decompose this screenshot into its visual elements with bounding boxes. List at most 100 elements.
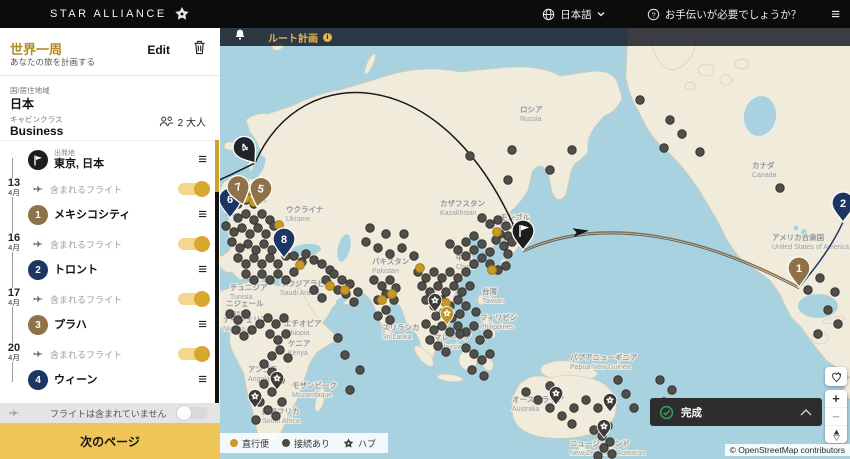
- connection-city-dot[interactable]: [266, 276, 274, 284]
- connection-city-dot[interactable]: [280, 314, 288, 322]
- star-alliance-brand[interactable]: STAR ALLIANCE: [50, 6, 190, 22]
- direct-city-dot[interactable]: [493, 228, 502, 237]
- connection-city-dot[interactable]: [636, 96, 644, 104]
- connection-city-dot[interactable]: [656, 376, 664, 384]
- connection-city-dot[interactable]: [260, 380, 268, 388]
- connection-city-dot[interactable]: [614, 376, 622, 384]
- connection-city-dot[interactable]: [234, 214, 242, 222]
- connection-city-dot[interactable]: [262, 230, 270, 238]
- connection-city-dot[interactable]: [608, 450, 616, 458]
- menu-button[interactable]: ≡: [831, 6, 840, 23]
- connection-city-dot[interactable]: [834, 320, 842, 328]
- connection-city-dot[interactable]: [240, 332, 248, 340]
- connection-city-dot[interactable]: [242, 260, 250, 268]
- connection-city-dot[interactable]: [274, 260, 282, 268]
- connection-city-dot[interactable]: [400, 230, 408, 238]
- connection-city-dot[interactable]: [594, 404, 602, 412]
- connection-city-dot[interactable]: [230, 228, 238, 236]
- connection-city-dot[interactable]: [480, 372, 488, 380]
- connection-city-dot[interactable]: [256, 320, 264, 328]
- connection-city-dot[interactable]: [546, 166, 554, 174]
- connection-city-dot[interactable]: [356, 366, 364, 374]
- connection-city-dot[interactable]: [470, 246, 478, 254]
- connection-city-dot[interactable]: [228, 238, 236, 246]
- stop-row-1[interactable]: 1 メキシコシティ ≡: [0, 200, 220, 230]
- connection-city-dot[interactable]: [330, 270, 338, 278]
- connection-city-dot[interactable]: [282, 330, 290, 338]
- connection-city-dot[interactable]: [458, 288, 466, 296]
- connection-city-dot[interactable]: [502, 222, 510, 230]
- connection-city-dot[interactable]: [478, 254, 486, 262]
- connection-city-dot[interactable]: [370, 276, 378, 284]
- connection-city-dot[interactable]: [290, 268, 298, 276]
- connection-city-dot[interactable]: [248, 326, 256, 334]
- connection-city-dot[interactable]: [456, 330, 464, 338]
- connection-city-dot[interactable]: [470, 260, 478, 268]
- drag-handle[interactable]: ≡: [198, 210, 207, 220]
- connection-city-dot[interactable]: [374, 244, 382, 252]
- map-canvas[interactable]: ロシア Russia カナダ Canada アメリカ合衆国 United Sta…: [220, 28, 850, 459]
- connection-city-dot[interactable]: [382, 230, 390, 238]
- connection-city-dot[interactable]: [470, 350, 478, 358]
- connection-city-dot[interactable]: [582, 396, 590, 404]
- direct-city-dot[interactable]: [326, 282, 335, 291]
- connection-city-dot[interactable]: [468, 366, 476, 374]
- connection-city-dot[interactable]: [318, 294, 326, 302]
- connection-city-dot[interactable]: [470, 232, 478, 240]
- tab-route-plan[interactable]: ルート計画 i: [268, 30, 332, 45]
- connection-city-dot[interactable]: [434, 342, 442, 350]
- connection-city-dot[interactable]: [268, 246, 276, 254]
- connection-city-dot[interactable]: [272, 412, 280, 420]
- connection-city-dot[interactable]: [274, 336, 282, 344]
- collapse-panel-button[interactable]: [800, 403, 812, 421]
- connection-city-dot[interactable]: [504, 176, 512, 184]
- connection-city-dot[interactable]: [454, 322, 462, 330]
- connection-city-dot[interactable]: [378, 282, 386, 290]
- connection-city-dot[interactable]: [264, 314, 272, 322]
- zoom-out-button[interactable]: −: [825, 408, 847, 426]
- stop-row-4[interactable]: 4 ウィーン ≡: [0, 365, 220, 395]
- flights-toggle[interactable]: [178, 348, 208, 360]
- notifications-bell-button[interactable]: [234, 28, 246, 46]
- connection-city-dot[interactable]: [486, 350, 494, 358]
- connection-city-dot[interactable]: [630, 404, 638, 412]
- connection-city-dot[interactable]: [494, 216, 502, 224]
- connection-city-dot[interactable]: [678, 130, 686, 138]
- help-link[interactable]: ? お手伝いが必要でしょうか？: [647, 7, 802, 22]
- connection-city-dot[interactable]: [252, 246, 260, 254]
- connection-city-dot[interactable]: [502, 262, 510, 270]
- connection-city-dot[interactable]: [570, 404, 578, 412]
- connection-city-dot[interactable]: [466, 152, 474, 160]
- connection-city-dot[interactable]: [454, 274, 462, 282]
- connection-city-dot[interactable]: [250, 276, 258, 284]
- connection-city-dot[interactable]: [814, 330, 822, 338]
- connection-city-dot[interactable]: [274, 270, 282, 278]
- connection-city-dot[interactable]: [242, 210, 250, 218]
- connection-city-dot[interactable]: [824, 306, 832, 314]
- connection-city-dot[interactable]: [696, 148, 704, 156]
- connection-city-dot[interactable]: [776, 184, 784, 192]
- direct-city-dot[interactable]: [378, 296, 387, 305]
- connection-city-dot[interactable]: [484, 330, 492, 338]
- connection-city-dot[interactable]: [310, 286, 318, 294]
- connection-city-dot[interactable]: [522, 388, 530, 396]
- flights-toggle[interactable]: [178, 183, 208, 195]
- connection-city-dot[interactable]: [478, 214, 486, 222]
- connection-city-dot[interactable]: [382, 306, 390, 314]
- connection-city-dot[interactable]: [238, 224, 246, 232]
- connection-city-dot[interactable]: [276, 346, 284, 354]
- connection-city-dot[interactable]: [546, 404, 554, 412]
- connection-city-dot[interactable]: [290, 252, 298, 260]
- connection-city-dot[interactable]: [260, 360, 268, 368]
- sidebar-scrollbar[interactable]: [215, 140, 219, 403]
- direct-city-dot[interactable]: [388, 290, 397, 299]
- connection-city-dot[interactable]: [454, 296, 462, 304]
- connection-city-dot[interactable]: [338, 276, 346, 284]
- no-flights-toggle[interactable]: [178, 407, 208, 419]
- connection-city-dot[interactable]: [816, 274, 824, 282]
- connection-city-dot[interactable]: [354, 288, 362, 296]
- connection-city-dot[interactable]: [486, 248, 494, 256]
- connection-city-dot[interactable]: [386, 276, 394, 284]
- next-page-button[interactable]: 次のページ: [0, 423, 220, 459]
- connection-city-dot[interactable]: [500, 242, 508, 250]
